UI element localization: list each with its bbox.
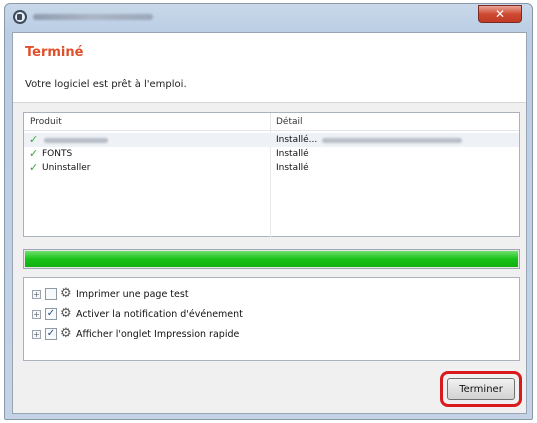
progress-bar [23,249,520,269]
option-label: Imprimer une page test [76,289,189,300]
gear-icon: ⚙ [60,306,72,321]
option-checkbox[interactable] [45,288,57,300]
option-checkbox[interactable]: ✓ [45,328,57,340]
column-header-product[interactable]: Produit [30,117,62,127]
row-detail: Installé [276,163,309,173]
column-separator [270,113,271,238]
check-icon: ✓ [29,133,39,146]
redacted-detail [322,138,462,143]
title-bar[interactable]: ✕ [5,4,532,32]
row-detail: Installé [276,149,309,159]
progress-fill [25,251,518,267]
expand-icon[interactable]: + [32,290,41,299]
row-detail: Installé... [276,135,318,145]
option-label: Afficher l'onglet Impression rapide [76,329,240,340]
header-panel: Terminé Votre logiciel est prêt à l'empl… [13,33,526,103]
page-subtitle: Votre logiciel est prêt à l'emploi. [25,79,187,90]
finish-button[interactable]: Terminer [447,378,515,400]
install-results-table: Produit Détail ✓ Installé... ✓ FONTS Ins… [23,112,520,238]
dialog-content: Terminé Votre logiciel est prêt à l'empl… [12,32,527,414]
installer-window: ✕ Terminé Votre logiciel est prêt à l'em… [4,3,533,420]
table-row[interactable]: ✓ Uninstaller Installé [24,161,519,175]
window-title-blurred [33,14,153,20]
expand-icon[interactable]: + [32,310,41,319]
post-install-options: + ⚙ Imprimer une page test + ✓ ⚙ Activer… [23,277,520,361]
option-checkbox[interactable]: ✓ [45,308,57,320]
column-header-detail[interactable]: Détail [276,117,303,127]
app-icon [13,10,27,24]
close-button[interactable]: ✕ [478,5,522,23]
gear-icon: ⚙ [60,286,72,301]
row-product: FONTS [42,149,73,159]
option-label: Activer la notification d'événement [76,309,243,320]
gear-icon: ⚙ [60,326,72,341]
check-icon: ✓ [29,161,39,174]
page-title: Terminé [25,45,84,60]
table-header: Produit Détail [24,113,519,131]
row-product: Uninstaller [42,163,91,173]
redacted-product-name [44,138,108,143]
table-row[interactable]: ✓ FONTS Installé [24,147,519,161]
table-row[interactable]: ✓ Installé... [24,133,519,147]
expand-icon[interactable]: + [32,330,41,339]
finish-button-highlight: Terminer [440,371,522,407]
check-icon: ✓ [29,147,39,160]
